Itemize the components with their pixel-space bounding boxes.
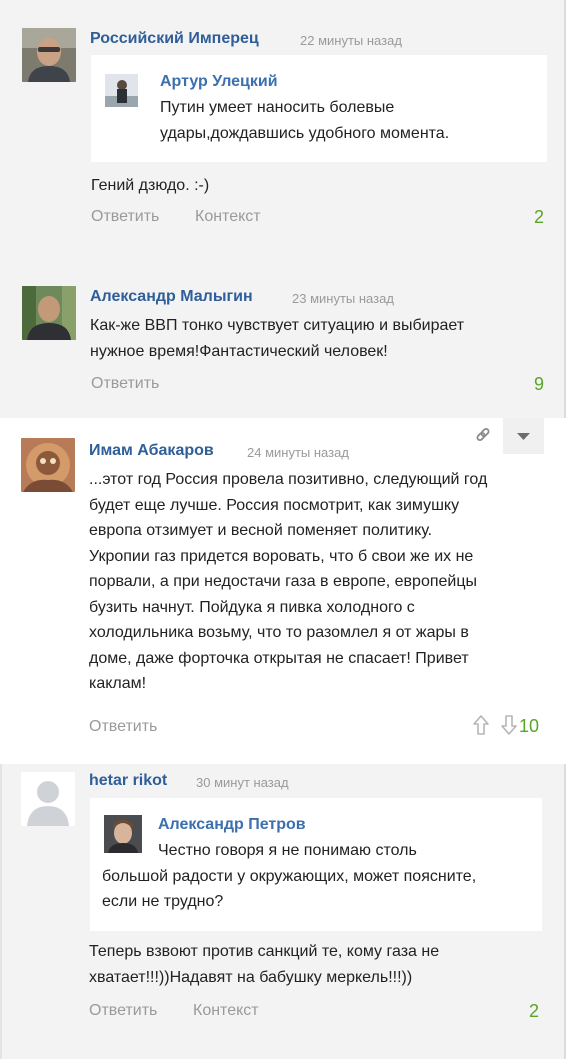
- text-line: Как-же ВВП тонко чувствует ситуацию и вы…: [90, 317, 465, 334]
- comment: Имам Абакаров 24 минуты назад ...этот го…: [0, 418, 566, 764]
- text-line: европа отзимует и весной поменяет полити…: [89, 522, 433, 539]
- text-line: Гений дзюдо. :-): [91, 177, 210, 194]
- vote-score: 2: [528, 1001, 539, 1021]
- text-line: будет еще лучше. Россия посмотрит, как з…: [89, 496, 460, 514]
- text-line: удары,дождавшись удобного момента.: [160, 124, 450, 142]
- text-line: холодильника возьму, что то разомлел я о…: [89, 624, 469, 641]
- text-line: большой радости у окружающих, может пояс…: [102, 867, 477, 885]
- quote-author[interactable]: Артур Улецкий: [160, 73, 278, 91]
- default-avatar-icon: [21, 772, 75, 826]
- quote-avatar[interactable]: [105, 74, 138, 107]
- comment-text: ...этот год Россия провела позитивно, сл…: [89, 467, 559, 697]
- avatar[interactable]: [21, 772, 75, 826]
- text-line: если не трудно?: [102, 893, 224, 910]
- text-line: порвали, а при недостачи газа в европе, …: [89, 573, 477, 590]
- text-line: нужное время!Фантастический человек!: [90, 342, 388, 360]
- avatar[interactable]: [22, 286, 76, 340]
- chevron-down-icon: [517, 433, 530, 440]
- text-line: Теперь взвоют против санкций те, кому га…: [89, 943, 440, 960]
- divider: [564, 258, 566, 418]
- reply-button[interactable]: Ответить: [89, 718, 157, 736]
- avatar[interactable]: [22, 28, 76, 82]
- text-line: доме, даже форточка открытая не спасает!…: [89, 649, 469, 667]
- reply-button[interactable]: Ответить: [91, 375, 159, 393]
- arrow-up-icon[interactable]: [472, 714, 490, 736]
- quoted-comment: Артур Улецкий Путин умеет наносить болев…: [91, 55, 547, 162]
- vote-score: 10: [519, 716, 540, 736]
- quote-text: Честно говоря я не понимаю столь большой…: [102, 838, 538, 915]
- quoted-comment: Александр Петров Честно говоря я не пони…: [90, 798, 542, 931]
- quote-text: Путин умеет наносить болевые удары,дожда…: [160, 95, 540, 146]
- comment-author[interactable]: Имам Абакаров: [89, 442, 214, 460]
- comment-time[interactable]: 24 минуты назад: [247, 445, 349, 460]
- comment-time[interactable]: 23 минуты назад: [292, 291, 394, 306]
- text-line: бузить начнут. Пойдука я пивка холодного…: [89, 598, 415, 616]
- avatar[interactable]: [21, 438, 75, 492]
- context-button[interactable]: Контекст: [193, 1002, 259, 1020]
- divider: [564, 764, 566, 1059]
- comment-time[interactable]: 30 минут назад: [196, 775, 289, 790]
- link-icon[interactable]: [474, 426, 492, 444]
- text-line: Путин умеет наносить болевые: [160, 99, 395, 116]
- comment-author[interactable]: Российский Имперец: [90, 30, 259, 48]
- vote-score: 9: [533, 374, 544, 394]
- comment-text: Теперь взвоют против санкций те, кому га…: [89, 939, 559, 990]
- divider: [0, 764, 2, 1059]
- comment: Александр Малыгин 23 минуты назад Как-же…: [0, 258, 566, 418]
- vote-score: 2: [533, 207, 544, 227]
- arrow-down-icon[interactable]: [500, 714, 518, 736]
- reply-button[interactable]: Ответить: [89, 1002, 157, 1020]
- comment-text: Гений дзюдо. :-): [91, 173, 209, 199]
- quote-author[interactable]: Александр Петров: [158, 816, 306, 834]
- text-line: Честно говоря я не понимаю столь: [158, 842, 417, 859]
- comment-text: Как-же ВВП тонко чувствует ситуацию и вы…: [90, 313, 560, 364]
- comment: hetar rikot 30 минут назад Александр Пет…: [0, 764, 566, 1059]
- reply-button[interactable]: Ответить: [91, 208, 159, 226]
- comment-time[interactable]: 22 минуты назад: [300, 33, 402, 48]
- comment-author[interactable]: Александр Малыгин: [90, 288, 253, 306]
- menu-button[interactable]: [503, 418, 544, 454]
- divider: [564, 0, 566, 258]
- text-line: Укропии газ придется воровать, что б сво…: [89, 547, 474, 565]
- text-line: каклам!: [89, 675, 147, 692]
- context-button[interactable]: Контекст: [195, 208, 261, 226]
- text-line: хватает!!!))Надавят на бабушку меркель!!…: [89, 968, 413, 986]
- comment-author[interactable]: hetar rikot: [89, 772, 167, 790]
- text-line: ...этот год Россия провела позитивно, сл…: [89, 471, 488, 488]
- comment: Российский Имперец 22 минуты назад Артур…: [0, 0, 566, 258]
